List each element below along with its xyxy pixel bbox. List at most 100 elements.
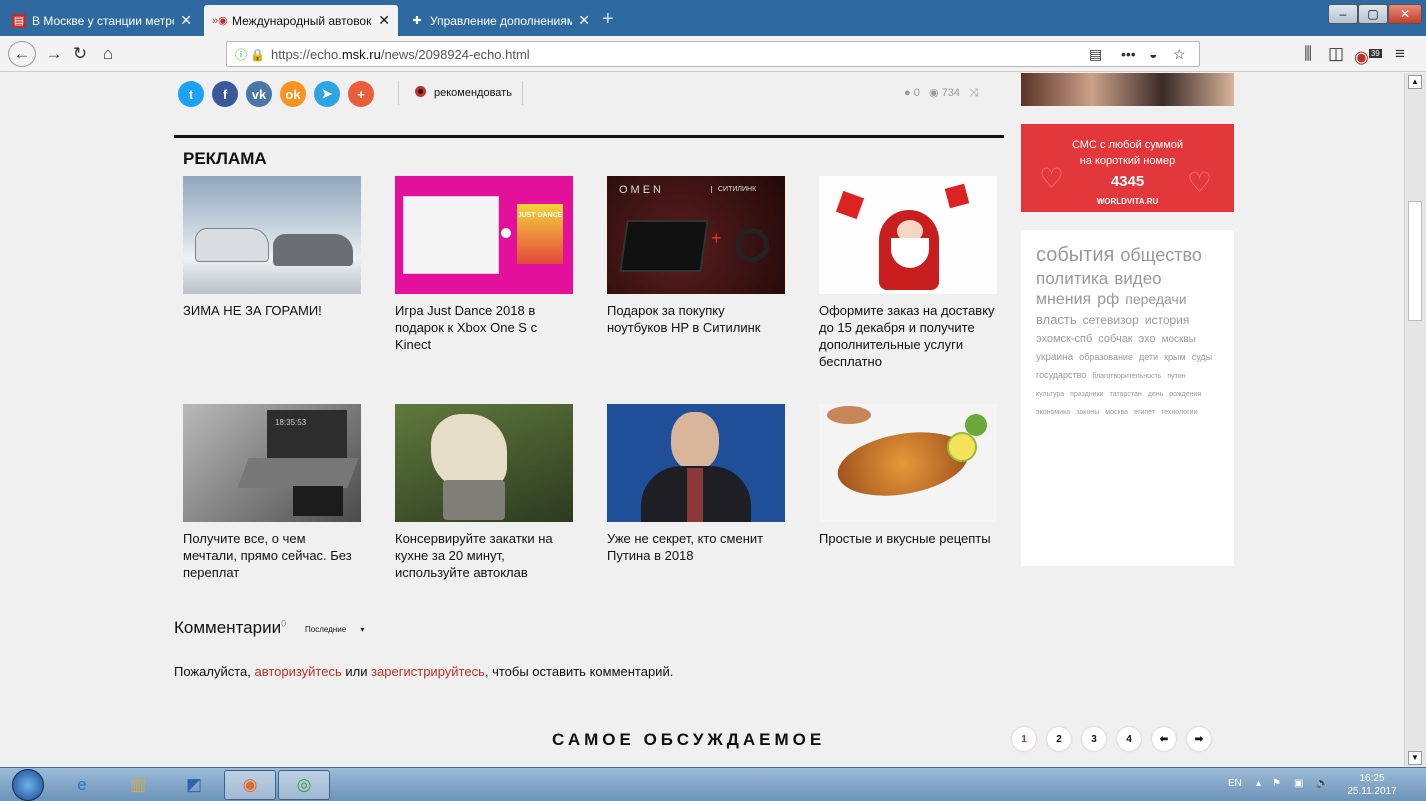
tag-link[interactable]: законы bbox=[1076, 408, 1099, 417]
ad-card[interactable]: 18:35:53 Получите все, о чем мечтали, пр… bbox=[183, 404, 361, 581]
forward-arrow-icon[interactable]: → bbox=[42, 43, 66, 65]
tag-link[interactable]: сетевизор bbox=[1083, 313, 1139, 329]
page-button[interactable]: 1 bbox=[1012, 727, 1036, 751]
firefox-icon[interactable]: ◉ bbox=[224, 770, 276, 800]
ad-card[interactable]: Простые и вкусные рецепты bbox=[819, 404, 997, 547]
back-arrow-icon[interactable]: ← bbox=[8, 41, 36, 67]
ad-image-fish[interactable] bbox=[819, 404, 997, 522]
tag-link[interactable]: технологии bbox=[1161, 408, 1197, 417]
scroll-down-icon[interactable]: ▼ bbox=[1408, 751, 1422, 765]
ad-image-portrait[interactable] bbox=[607, 404, 785, 522]
tag-link[interactable]: эхо bbox=[1139, 332, 1156, 346]
tag-link[interactable]: экономика bbox=[1036, 408, 1070, 417]
page-scrollbar[interactable]: ▲ ▼ bbox=[1404, 73, 1426, 767]
ad-image-canned-food[interactable] bbox=[395, 404, 573, 522]
vk-icon[interactable]: vk bbox=[246, 81, 272, 107]
page-button[interactable]: 3 bbox=[1082, 727, 1106, 751]
ad-card[interactable]: Уже не секрет, кто сменит Путина в 2018 bbox=[607, 404, 785, 564]
sidebar-photo[interactable] bbox=[1021, 73, 1234, 106]
start-button[interactable] bbox=[12, 769, 44, 801]
explorer-folder-icon[interactable]: ▥ bbox=[112, 770, 164, 800]
maximize-button[interactable]: ▢ bbox=[1358, 4, 1388, 24]
close-tab-icon[interactable]: ✕ bbox=[578, 12, 590, 29]
tag-link[interactable]: история bbox=[1145, 313, 1190, 329]
scroll-thumb[interactable] bbox=[1408, 201, 1422, 321]
reader-view-icon[interactable]: ▤ bbox=[1089, 46, 1102, 63]
bookmark-star-icon[interactable]: ☆ bbox=[1173, 46, 1186, 63]
tag-link[interactable]: рф bbox=[1097, 290, 1119, 311]
tag-link[interactable]: праздники bbox=[1070, 390, 1103, 399]
pocket-icon[interactable]: ◒ bbox=[1149, 46, 1157, 62]
close-window-button[interactable]: ✕ bbox=[1388, 4, 1422, 24]
url-bar[interactable]: ⓘ 🔒 https://echo.msk.ru/news/2098924-ech… bbox=[226, 41, 1200, 67]
language-indicator[interactable]: EN bbox=[1228, 778, 1242, 789]
tag-link[interactable]: мнения bbox=[1036, 290, 1091, 311]
odnoklassniki-icon[interactable]: ok bbox=[280, 81, 306, 107]
tag-link[interactable]: дети bbox=[1139, 352, 1158, 364]
ad-caption[interactable]: Подарок за покупку ноутбуков HP в Ситили… bbox=[607, 302, 785, 336]
addon-badge-icon[interactable]: ◉ 39 bbox=[1354, 43, 1382, 67]
sms-banner[interactable]: СМС с любой суммой на короткий номер 434… bbox=[1021, 124, 1234, 212]
tag-link[interactable]: украина bbox=[1036, 351, 1073, 364]
tag-link[interactable]: власть bbox=[1036, 312, 1077, 329]
ad-caption[interactable]: Простые и вкусные рецепты bbox=[819, 530, 997, 547]
arrow-right-icon[interactable]: ➡ bbox=[1187, 727, 1211, 751]
tab-echo-news[interactable]: »◉ Международный автовокзал в ✕ bbox=[204, 5, 398, 36]
plus-icon[interactable]: + bbox=[348, 81, 374, 107]
system-clock[interactable]: 16:25 25.11.2017 bbox=[1342, 772, 1402, 798]
ad-caption[interactable]: ЗИМА НЕ ЗА ГОРАМИ! bbox=[183, 302, 361, 319]
ad-card[interactable]: Оформите заказ на доставку до 15 декабря… bbox=[819, 176, 997, 370]
volume-icon[interactable]: 🔈 bbox=[1316, 778, 1328, 789]
shuffle-icon[interactable]: ⤨ bbox=[969, 87, 978, 99]
tag-link[interactable]: москва bbox=[1105, 408, 1128, 417]
ad-caption[interactable]: Консервируйте закатки на кухне за 20 мин… bbox=[395, 530, 573, 581]
flag-icon[interactable]: ⚑ bbox=[1272, 778, 1281, 789]
tag-link[interactable]: крым bbox=[1164, 352, 1186, 364]
ad-caption[interactable]: Игра Just Dance 2018 в подарок к Xbox On… bbox=[395, 302, 573, 353]
page-button[interactable]: 2 bbox=[1047, 727, 1071, 751]
twitter-icon[interactable]: t bbox=[178, 81, 204, 107]
arrow-left-icon[interactable]: ⬅ bbox=[1152, 727, 1176, 751]
tag-link[interactable]: благотворительность bbox=[1092, 372, 1161, 381]
telegram-icon[interactable]: ➤ bbox=[314, 81, 340, 107]
ad-caption[interactable]: Оформите заказ на доставку до 15 декабря… bbox=[819, 302, 997, 370]
tag-link[interactable]: египет bbox=[1134, 408, 1155, 417]
tag-link[interactable]: рождения bbox=[1169, 390, 1201, 399]
ad-image-cars[interactable] bbox=[183, 176, 361, 294]
tag-link[interactable]: общество bbox=[1120, 244, 1202, 267]
facebook-icon[interactable]: f bbox=[212, 81, 238, 107]
tag-link[interactable]: путин bbox=[1167, 372, 1185, 381]
menu-icon[interactable]: ≡ bbox=[1388, 43, 1412, 65]
tag-link[interactable]: государство bbox=[1036, 370, 1086, 382]
ad-card[interactable]: JUST DANCE Игра Just Dance 2018 в подаро… bbox=[395, 176, 573, 353]
sidebar-icon[interactable]: ◫ bbox=[1324, 43, 1348, 65]
scroll-up-icon[interactable]: ▲ bbox=[1408, 75, 1422, 89]
page-button[interactable]: 4 bbox=[1117, 727, 1141, 751]
register-link[interactable]: зарегистрируйтесь bbox=[371, 664, 485, 679]
ad-image-xbox[interactable]: JUST DANCE bbox=[395, 176, 573, 294]
tag-link[interactable]: образование bbox=[1079, 352, 1133, 364]
tag-link[interactable]: эхомск-спб bbox=[1036, 332, 1092, 346]
minimize-button[interactable]: – bbox=[1328, 4, 1358, 24]
url-text[interactable]: https://echo.msk.ru/news/2098924-echo.ht… bbox=[271, 47, 530, 62]
tag-link[interactable]: культура bbox=[1036, 390, 1064, 399]
ad-image-laptop-desk[interactable]: 18:35:53 bbox=[183, 404, 361, 522]
tag-link[interactable]: москвы bbox=[1162, 333, 1196, 346]
tag-link[interactable]: видео bbox=[1114, 268, 1161, 290]
tab-addons[interactable]: ✚ Управление дополнениями ✕ bbox=[402, 5, 598, 36]
home-icon[interactable]: ⌂ bbox=[96, 43, 120, 65]
recommend-button[interactable]: рекомендовать bbox=[398, 81, 523, 105]
ad-image-laptop[interactable]: OMEN СИТИЛИНК + bbox=[607, 176, 785, 294]
show-hidden-icons-icon[interactable]: ▴ bbox=[1256, 778, 1261, 789]
comments-sort-select[interactable]: Последние ▾ bbox=[305, 625, 364, 634]
tag-link[interactable]: татарстан bbox=[1110, 390, 1142, 399]
ad-image-santa[interactable] bbox=[819, 176, 997, 294]
ad-caption[interactable]: Получите все, о чем мечтали, прямо сейча… bbox=[183, 530, 361, 581]
ad-caption[interactable]: Уже не секрет, кто сменит Путина в 2018 bbox=[607, 530, 785, 564]
tag-link[interactable]: собчак bbox=[1098, 332, 1132, 346]
chrome-icon[interactable]: ◎ bbox=[278, 770, 330, 800]
new-tab-button[interactable]: + bbox=[602, 8, 614, 31]
network-icon[interactable]: ▣ bbox=[1294, 778, 1303, 789]
tag-link[interactable]: день bbox=[1148, 390, 1164, 399]
outlook-icon[interactable]: ◩ bbox=[168, 770, 220, 800]
